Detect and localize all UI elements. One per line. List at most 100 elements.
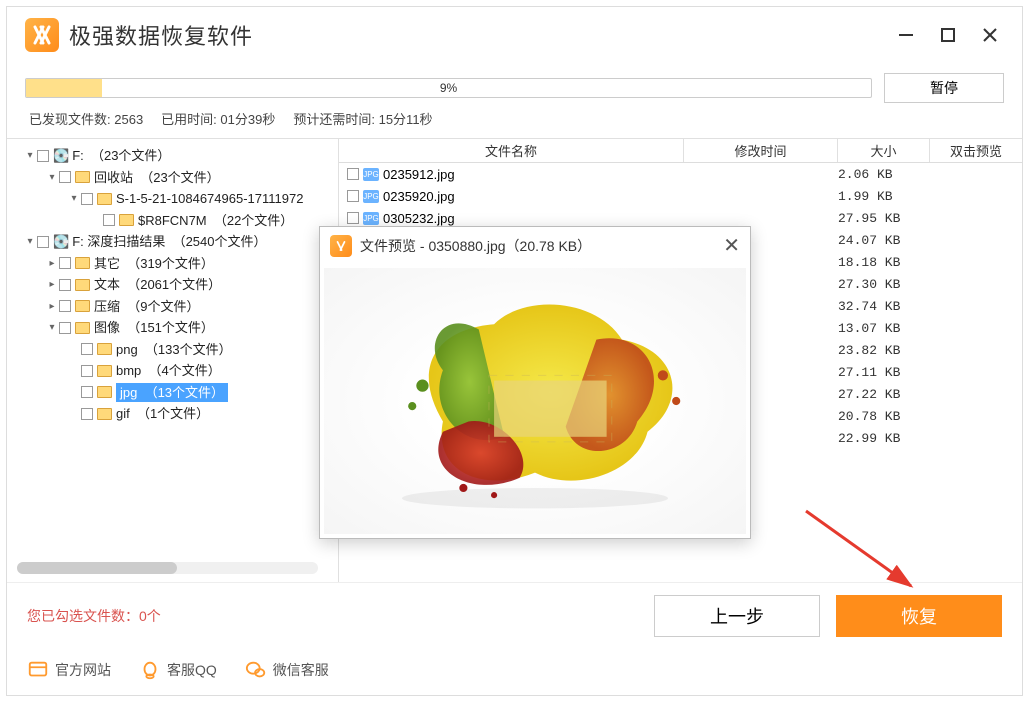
expand-caret-icon[interactable] (69, 342, 79, 357)
tree-checkbox[interactable] (37, 150, 49, 162)
tree-checkbox[interactable] (37, 236, 49, 248)
file-checkbox[interactable] (347, 190, 359, 202)
expand-caret-icon[interactable]: ▾ (69, 191, 79, 206)
file-checkbox[interactable] (347, 212, 359, 224)
tree-scrollbar[interactable] (17, 562, 318, 574)
tree-node[interactable]: bmp （4个文件） (7, 360, 338, 382)
progress-bar: 9% (25, 78, 872, 98)
col-size[interactable]: 大小 (838, 139, 930, 162)
tree-node[interactable]: ▸ 文本 （2061个文件） (7, 274, 338, 296)
file-name-text: 0305232.jpg (383, 211, 455, 226)
folder-icon (97, 386, 112, 398)
bottom-links: 官方网站 客服QQ 微信客服 (7, 649, 1022, 695)
file-list-header: 文件名称 修改时间 大小 双击预览 (339, 139, 1022, 163)
tree-checkbox[interactable] (59, 322, 71, 334)
file-size-text: 1.99 KB (838, 189, 930, 204)
col-filename[interactable]: 文件名称 (339, 139, 684, 162)
folder-icon (75, 279, 90, 291)
tree-checkbox[interactable] (81, 193, 93, 205)
qq-icon (139, 659, 161, 681)
close-button[interactable] (976, 21, 1004, 49)
expand-caret-icon[interactable] (69, 385, 79, 400)
tree-node[interactable]: ▸压缩 （9个文件） (7, 296, 338, 318)
tree-checkbox[interactable] (81, 365, 93, 377)
expand-caret-icon[interactable] (69, 363, 79, 378)
tree-checkbox[interactable] (103, 214, 115, 226)
preview-title-text: 文件预览 - 0350880.jpg（20.78 KB） (360, 236, 591, 256)
wechat-icon (245, 659, 267, 681)
drive-icon: 💽 (53, 232, 69, 252)
tree-node[interactable]: jpg （13个文件） (7, 382, 338, 404)
tree-node[interactable]: $R8FCN7M （22个文件） (7, 210, 338, 232)
expand-caret-icon[interactable]: ▸ (47, 277, 57, 292)
preview-dialog[interactable]: 文件预览 - 0350880.jpg（20.78 KB） ✕ (319, 226, 751, 539)
tree-checkbox[interactable] (59, 171, 71, 183)
tree-label: S-1-5-21-1084674965-17111972 (116, 189, 303, 209)
status-line: 已发现文件数: 2563 已用时间: 01分39秒 预计还需时间: 15分11秒 (7, 103, 1022, 138)
tree-label: F: 深度扫描结果 （2540个文件） (72, 232, 266, 252)
tree-checkbox[interactable] (59, 300, 71, 312)
tree-label: 图像 （151个文件） (94, 318, 214, 338)
maximize-button[interactable] (934, 21, 962, 49)
tree-label: jpg （13个文件） (116, 383, 228, 403)
tree-node[interactable]: ▾ 💽F: 深度扫描结果 （2540个文件） (7, 231, 338, 253)
tree-label: png （133个文件） (116, 340, 232, 360)
tree-checkbox[interactable] (59, 279, 71, 291)
minimize-button[interactable] (892, 21, 920, 49)
expand-caret-icon[interactable] (69, 406, 79, 421)
col-preview[interactable]: 双击预览 (930, 139, 1022, 162)
folder-tree[interactable]: ▾💽F: （23个文件）▾回收站 （23个文件）▾S-1-5-21-108467… (7, 139, 339, 582)
folder-icon (75, 171, 90, 183)
file-size-text: 27.95 KB (838, 211, 930, 226)
file-size-text: 27.11 KB (838, 365, 930, 380)
expand-caret-icon[interactable]: ▾ (47, 170, 57, 185)
recover-button[interactable]: 恢复 (836, 595, 1002, 637)
tree-node[interactable]: ▾ 图像 （151个文件） (7, 317, 338, 339)
globe-icon (27, 659, 49, 681)
expand-caret-icon[interactable]: ▾ (25, 234, 35, 249)
expand-caret-icon[interactable]: ▸ (47, 299, 57, 314)
expand-caret-icon[interactable]: ▸ (47, 256, 57, 271)
preview-titlebar[interactable]: 文件预览 - 0350880.jpg（20.78 KB） ✕ (320, 227, 750, 264)
file-checkbox[interactable] (347, 168, 359, 180)
tree-checkbox[interactable] (81, 408, 93, 420)
tree-label: 其它 （319个文件） (94, 254, 214, 274)
progress-label: 9% (26, 79, 871, 97)
tree-label: 文本 （2061个文件） (94, 275, 221, 295)
tree-node[interactable]: png （133个文件） (7, 339, 338, 361)
wechat-support-link[interactable]: 微信客服 (245, 659, 329, 681)
tree-node[interactable]: ▾回收站 （23个文件） (7, 167, 338, 189)
tree-node[interactable]: ▾💽F: （23个文件） (7, 145, 338, 167)
folder-icon (75, 322, 90, 334)
preview-close-icon[interactable]: ✕ (723, 233, 740, 258)
prev-step-button[interactable]: 上一步 (654, 595, 820, 637)
jpg-icon: JPG (363, 190, 379, 203)
pause-button[interactable]: 暂停 (884, 73, 1004, 103)
file-name-text: 0235920.jpg (383, 189, 455, 204)
col-time[interactable]: 修改时间 (684, 139, 838, 162)
file-size-text: 18.18 KB (838, 255, 930, 270)
drive-icon: 💽 (53, 146, 69, 166)
file-size-text: 32.74 KB (838, 299, 930, 314)
tree-checkbox[interactable] (81, 343, 93, 355)
folder-icon (75, 257, 90, 269)
official-website-link[interactable]: 官方网站 (27, 659, 111, 681)
qq-support-link[interactable]: 客服QQ (139, 659, 217, 681)
expand-caret-icon[interactable]: ▾ (25, 148, 35, 163)
tree-node[interactable]: ▾ S-1-5-21-1084674965-17111972 (7, 188, 338, 210)
tree-node[interactable]: ▸ 其它 （319个文件） (7, 253, 338, 275)
jpg-icon: JPG (363, 212, 379, 225)
tree-checkbox[interactable] (81, 386, 93, 398)
tree-node[interactable]: gif （1个文件） (7, 403, 338, 425)
file-name-text: 0235912.jpg (383, 167, 455, 182)
folder-icon (119, 214, 134, 226)
expand-caret-icon[interactable]: ▾ (47, 320, 57, 335)
file-size-text: 13.07 KB (838, 321, 930, 336)
file-row[interactable]: JPG 0235920.jpg 1.99 KB (339, 185, 1022, 207)
file-row[interactable]: JPG0235912.jpg2.06 KB (339, 163, 1022, 185)
expand-caret-icon[interactable] (91, 213, 101, 228)
tree-checkbox[interactable] (59, 257, 71, 269)
folder-icon (97, 408, 112, 420)
file-size-text: 27.30 KB (838, 277, 930, 292)
folder-icon (97, 343, 112, 355)
